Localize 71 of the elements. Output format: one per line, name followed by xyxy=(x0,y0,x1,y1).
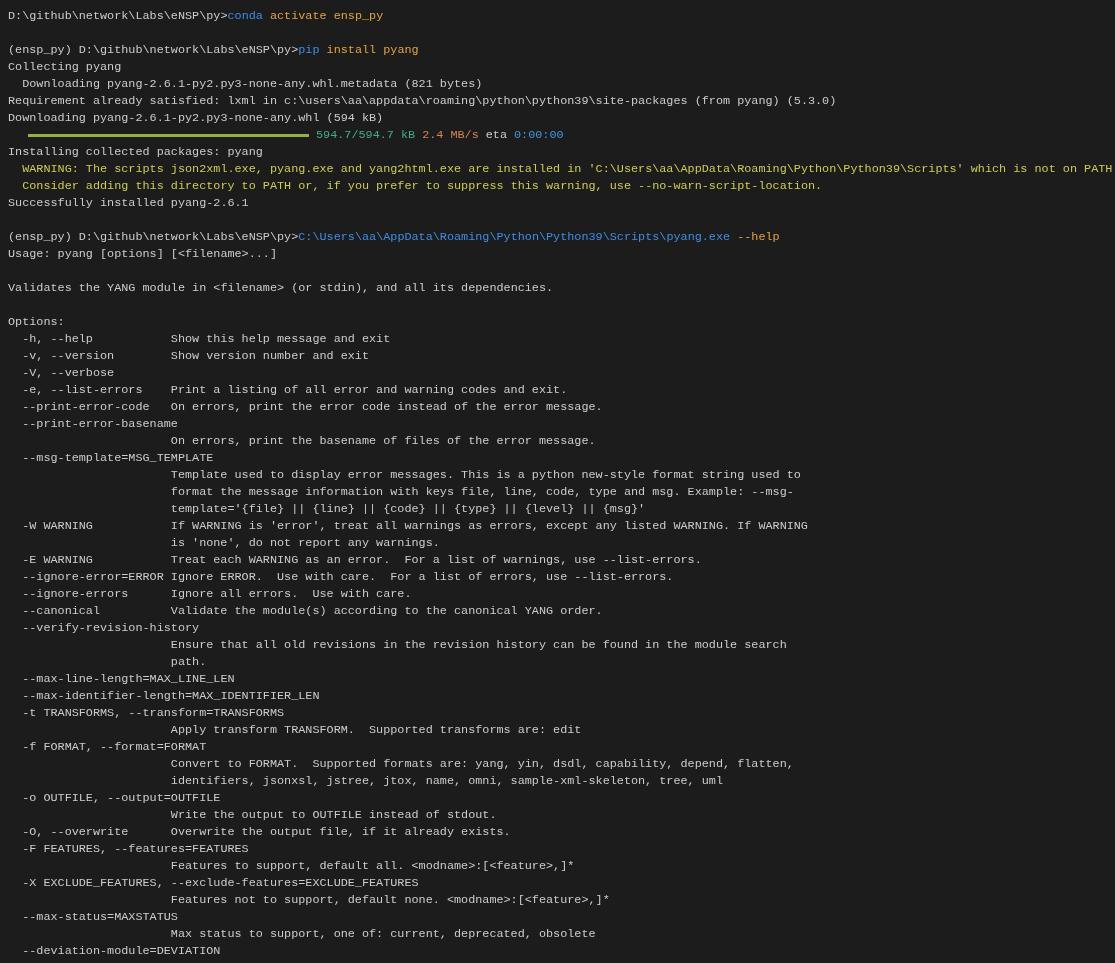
option-description: Overwrite the output file, if it already exists. xyxy=(170,824,511,841)
option-description: Convert to FORMAT. Supported formats are: yang, yin, dsdl, capability, depend, flatten, xyxy=(170,756,794,773)
argument-text: activate ensp_py xyxy=(268,8,384,25)
option-description: Show version number and exit xyxy=(170,348,370,365)
option-name-label: -W WARNING xyxy=(22,519,93,533)
option-name-label: -e, --list-errors xyxy=(22,383,143,397)
output-line: Usage: pyang [options] [<filename>...] xyxy=(8,247,277,261)
option-name-label: --canonical xyxy=(22,604,101,618)
command-text: pip xyxy=(298,42,320,59)
option-description: Print a listing of all error and warning codes and exit. xyxy=(170,382,568,399)
option-name-label: --ignore-errors xyxy=(22,587,129,601)
option-name-label: --max-status=MAXSTATUS xyxy=(22,909,178,926)
option-name-label: -V, --verbose xyxy=(22,365,115,382)
option-description: Template used to display error messages. This is a python new-style format string used to xyxy=(170,467,801,484)
output-line: Downloading pyang-2.6.1-py2.py3-none-any.whl (594 kB) xyxy=(8,111,384,125)
eta-label: eta xyxy=(485,127,507,144)
option-description: format the message information with keys file, line, code, type and msg. Example: --msg- xyxy=(170,484,794,501)
output-line: Collecting pyang xyxy=(8,60,122,74)
option-name-label: -O, --overwrite xyxy=(22,825,129,839)
option-name-label: --max-identifier-length=MAX_IDENTIFIER_LEN xyxy=(22,688,320,705)
option-name-label: -F FEATURES, --features=FEATURES xyxy=(22,841,249,858)
option-name-label: -h, --help xyxy=(22,332,93,346)
option-name-label: --msg-template=MSG_TEMPLATE xyxy=(22,450,214,467)
option-description: Features to support, default all. <modname>:[<feature>,]* xyxy=(170,858,575,875)
option-name-label: --max-line-length=MAX_LINE_LEN xyxy=(22,671,235,688)
option-description: identifiers, jsonxsl, jstree, jtox, name, omni, sample-xml-skeleton, tree, uml xyxy=(170,773,723,790)
option-description: Ignore all errors. Use with care. xyxy=(170,586,412,603)
output-line: Installing collected packages: pyang xyxy=(8,145,263,159)
option-name-label: -t TRANSFORMS, --transform=TRANSFORMS xyxy=(22,705,285,722)
option-name-label: -v, --version xyxy=(22,349,115,363)
option-description: Ignore ERROR. Use with care. For a list of errors, use --list-errors. xyxy=(170,569,674,586)
download-size-text: 594.7/594.7 kB xyxy=(316,127,416,144)
prompt-text: D:\github\network\Labs\eNSP\py> xyxy=(8,8,228,25)
argument-text: install pyang xyxy=(325,42,419,59)
eta-text: 0:00:00 xyxy=(514,127,564,144)
output-line: Validates the YANG module in <filename> (or stdin), and all its dependencies. xyxy=(8,281,554,295)
option-description: Features not to support, default none. <modname>:[<feature>,]* xyxy=(170,892,610,909)
option-name-label: --print-error-basename xyxy=(22,416,178,433)
output-line: Successfully installed pyang-2.6.1 xyxy=(8,196,249,210)
command-text: conda xyxy=(227,8,263,25)
output-line: Downloading pyang-2.6.1-py2.py3-none-any.whl.metadata (821 bytes) xyxy=(21,77,483,91)
prompt-text: (ensp_py) D:\github\network\Labs\eNSP\py> xyxy=(8,229,299,246)
warning-line: WARNING: The scripts json2xml.exe, pyang.exe and yang2html.exe are installed in 'C:\Users\aa\AppData\Roaming\Python\Python39\Scripts' which is not on PATH. xyxy=(21,162,1115,176)
option-name-label: --print-error-code xyxy=(22,400,150,414)
option-description: Validate the module(s) according to the canonical YANG order. xyxy=(170,603,603,620)
option-description: Write the output to OUTFILE instead of stdout. xyxy=(170,807,497,824)
option-description: Max status to support, one of: current, deprecated, obsolete xyxy=(170,926,596,943)
option-description: If WARNING is 'error', treat all warnings as errors, except any listed WARNING. If WARNING xyxy=(170,518,808,535)
option-description: Ensure that all old revisions in the revision history can be found in the module search xyxy=(170,637,787,654)
download-speed-text: 2.4 MB/s xyxy=(422,127,479,144)
option-description: On errors, print the error code instead of the error message. xyxy=(170,399,603,416)
option-description: Treat each WARNING as an error. For a list of warnings, use --list-errors. xyxy=(170,552,702,569)
option-name-label: -E WARNING xyxy=(22,553,93,567)
option-description: Apply transform TRANSFORM. Supported transforms are: edit xyxy=(170,722,582,739)
warning-line: Consider adding this directory to PATH or, if you prefer to suppress this warning, use --no-warn-script-location. xyxy=(21,179,823,193)
option-description: template='{file} || {line} || {code} || {type} || {level} || {msg}' xyxy=(170,501,646,518)
option-name-label: -f FORMAT, --format=FORMAT xyxy=(22,739,207,756)
command-text: C:\Users\aa\AppData\Roaming\Python\Python39\Scripts\pyang.exe xyxy=(298,229,731,246)
option-name-label: --ignore-error=ERROR xyxy=(22,570,164,584)
argument-text: --help xyxy=(736,229,780,246)
option-name-label: -X EXCLUDE_FEATURES, --exclude-features=EXCLUDE_FEATURES xyxy=(22,875,419,892)
option-description: Show this help message and exit xyxy=(170,331,391,348)
option-description: is 'none', do not report any warnings. xyxy=(170,535,440,552)
option-name-label: --verify-revision-history xyxy=(22,620,200,637)
output-line: Requirement already satisfied: lxml in c:\users\aa\appdata\roaming\python\python39\site-packages (from pyang) (5.3.0) xyxy=(8,94,837,108)
output-line: Options: xyxy=(8,315,65,329)
option-name-label: --deviation-module=DEVIATION xyxy=(22,943,221,960)
prompt-text: (ensp_py) D:\github\network\Labs\eNSP\py> xyxy=(8,42,299,59)
option-description: path. xyxy=(170,654,207,671)
option-description: On errors, print the basename of files of the error message. xyxy=(170,433,596,450)
option-name-label: -o OUTFILE, --output=OUTFILE xyxy=(22,790,221,807)
